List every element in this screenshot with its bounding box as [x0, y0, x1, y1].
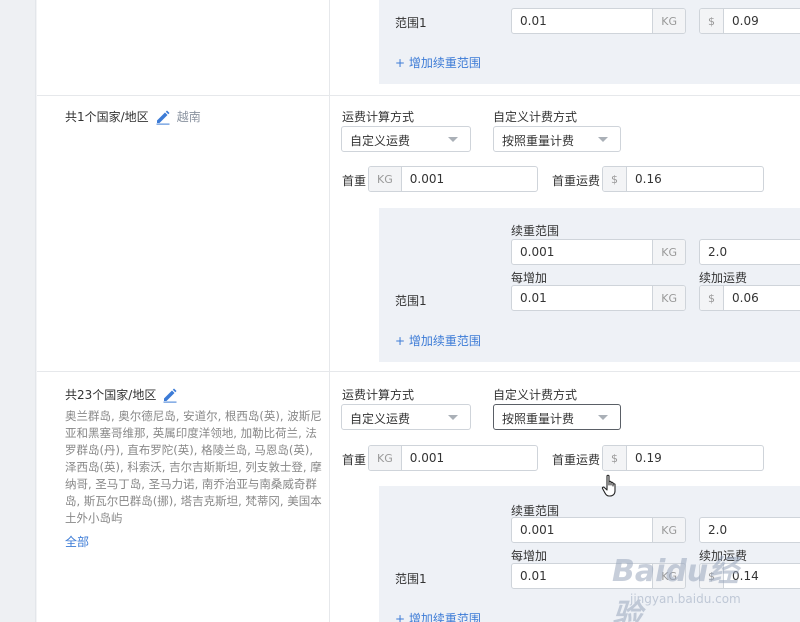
per-increase-value[interactable]: 0.01 — [512, 286, 652, 310]
per-increase-value[interactable]: 0.01 — [512, 564, 652, 588]
first-weight-input[interactable]: KG 0.001 — [368, 445, 538, 471]
first-weight-input[interactable]: KG 0.001 — [368, 166, 538, 192]
hand-cursor-icon — [601, 474, 616, 497]
continue-fee-label: 续加运费 — [699, 549, 748, 563]
left-sidebar-strip — [0, 0, 36, 622]
first-weight-value[interactable]: 0.001 — [402, 446, 537, 470]
country-group-title: 共1个国家/地区 越南 — [65, 108, 201, 125]
pencil-edit-icon[interactable] — [155, 109, 171, 125]
shipping-row-23-countries: 共23个国家/地区 奥兰群岛, 奥尔德尼岛, 安道尔, 根西岛(英), 波斯尼亚… — [37, 372, 800, 622]
range-start-input[interactable]: 0.01 KG — [511, 8, 686, 34]
per-increase-label: 每增加 — [511, 271, 548, 285]
chevron-down-icon — [448, 415, 458, 420]
continue-range-box: 范围1 0.01 KG $ 0.09 + 增加续重范围 — [379, 0, 800, 84]
row-23-left-cell: 共23个国家/地区 奥兰群岛, 奥尔德尼岛, 安道尔, 根西岛(英), 波斯尼亚… — [37, 372, 330, 622]
usd-addon: $ — [700, 286, 724, 310]
kg-addon: KG — [652, 564, 685, 588]
continue-range-label: 续重范围 — [511, 224, 560, 238]
kg-addon: KG — [652, 286, 685, 310]
continue-fee-value[interactable]: 0.06 — [724, 286, 800, 310]
kg-addon: KG — [652, 240, 685, 264]
custom-method-value: 按照重量计费 — [502, 412, 575, 426]
country-count-label: 共1个国家/地区 — [65, 110, 149, 124]
country-list-text: 奥兰群岛, 奥尔德尼岛, 安道尔, 根西岛(英), 波斯尼亚和黑塞哥维那, 英属… — [65, 409, 322, 525]
usd-addon: $ — [603, 446, 627, 470]
range-start-value[interactable]: 0.01 — [512, 9, 652, 33]
first-fee-label: 首重运费 — [552, 453, 601, 467]
custom-method-label: 自定义计费方式 — [493, 110, 578, 124]
shipping-template-panel: 范围1 0.01 KG $ 0.09 + 增加续重范围 共1个国家/地区 越南 … — [37, 0, 800, 622]
calc-method-value: 自定义运费 — [350, 134, 411, 148]
show-all-link[interactable]: 全部 — [65, 533, 89, 550]
pencil-edit-icon[interactable] — [162, 387, 178, 403]
continue-fee-value[interactable]: 0.14 — [724, 564, 800, 588]
calc-method-label: 运费计算方式 — [342, 388, 415, 402]
per-increase-input[interactable]: 0.01 KG — [511, 563, 686, 589]
range-start-input[interactable]: 0.001 KG — [511, 239, 686, 265]
row-vietnam-right-cell: 运费计算方式 自定义计费方式 自定义运费 按照重量计费 首重 KG 0.001 … — [330, 96, 800, 371]
range-start-value[interactable]: 0.001 — [512, 240, 652, 264]
continue-range-box: 续重范围 0.001 KG 2.0 每增加 续加运费 范围1 0.01 KG $ — [379, 208, 800, 362]
usd-addon: $ — [700, 564, 724, 588]
add-range-link[interactable]: + 增加续重范围 — [395, 610, 481, 622]
continue-fee-input[interactable]: $ 0.06 — [699, 285, 800, 311]
shipping-row-vietnam: 共1个国家/地区 越南 运费计算方式 自定义计费方式 自定义运费 按照重量计费 … — [37, 96, 800, 372]
range-start-value[interactable]: 0.001 — [512, 518, 652, 542]
chevron-down-icon — [598, 137, 608, 142]
continue-fee-value[interactable]: 0.09 — [724, 9, 800, 33]
range-end-value[interactable]: 2.0 — [700, 518, 800, 542]
custom-method-value: 按照重量计费 — [502, 134, 575, 148]
first-fee-input[interactable]: $ 0.16 — [602, 166, 764, 192]
country-name-link[interactable]: 越南 — [177, 108, 201, 125]
chevron-down-icon — [598, 415, 608, 420]
range-start-input[interactable]: 0.001 KG — [511, 517, 686, 543]
first-fee-value[interactable]: 0.16 — [627, 167, 763, 191]
row-top-right-cell: 范围1 0.01 KG $ 0.09 + 增加续重范围 — [330, 0, 800, 95]
range-end-input[interactable]: 2.0 — [699, 517, 800, 543]
calc-method-select[interactable]: 自定义运费 — [341, 126, 471, 152]
range-name-label: 范围1 — [395, 572, 427, 586]
usd-addon: $ — [603, 167, 627, 191]
shipping-row-top: 范围1 0.01 KG $ 0.09 + 增加续重范围 — [37, 0, 800, 96]
first-fee-label: 首重运费 — [552, 174, 601, 188]
country-count-label: 共23个国家/地区 — [65, 388, 157, 402]
kg-addon: KG — [369, 167, 402, 191]
usd-addon: $ — [700, 9, 724, 33]
row-23-right-cell: 运费计算方式 自定义计费方式 自定义运费 按照重量计费 首重 KG 0.001 … — [330, 372, 800, 622]
per-increase-input[interactable]: 0.01 KG — [511, 285, 686, 311]
custom-method-select[interactable]: 按照重量计费 — [493, 404, 621, 430]
calc-method-select[interactable]: 自定义运费 — [341, 404, 471, 430]
kg-addon: KG — [369, 446, 402, 470]
per-increase-label: 每增加 — [511, 549, 548, 563]
continue-fee-input[interactable]: $ 0.14 — [699, 563, 800, 589]
custom-method-select[interactable]: 按照重量计费 — [493, 126, 621, 152]
first-weight-value[interactable]: 0.001 — [402, 167, 537, 191]
kg-addon: KG — [652, 518, 685, 542]
chevron-down-icon — [448, 137, 458, 142]
first-fee-input[interactable]: $ 0.19 — [602, 445, 764, 471]
continue-fee-input[interactable]: $ 0.09 — [699, 8, 800, 34]
add-range-link[interactable]: + 增加续重范围 — [395, 332, 481, 349]
continue-fee-label: 续加运费 — [699, 271, 748, 285]
first-weight-label: 首重 — [342, 174, 367, 188]
range-name-label: 范围1 — [395, 294, 427, 308]
range-end-input[interactable]: 2.0 — [699, 239, 800, 265]
continue-range-box: 续重范围 0.001 KG 2.0 每增加 续加运费 范围1 0.01 KG $ — [379, 486, 800, 622]
range-name-label: 范围1 — [395, 16, 427, 30]
first-fee-value[interactable]: 0.19 — [627, 446, 763, 470]
calc-method-label: 运费计算方式 — [342, 110, 415, 124]
country-group-title: 共23个国家/地区 — [65, 386, 178, 403]
add-range-link[interactable]: + 增加续重范围 — [395, 54, 481, 71]
range-end-value[interactable]: 2.0 — [700, 240, 800, 264]
custom-method-label: 自定义计费方式 — [493, 388, 578, 402]
row-vietnam-left-cell: 共1个国家/地区 越南 — [37, 96, 330, 371]
first-weight-label: 首重 — [342, 453, 367, 467]
calc-method-value: 自定义运费 — [350, 412, 411, 426]
kg-addon: KG — [652, 9, 685, 33]
row-top-left-cell — [37, 0, 330, 95]
